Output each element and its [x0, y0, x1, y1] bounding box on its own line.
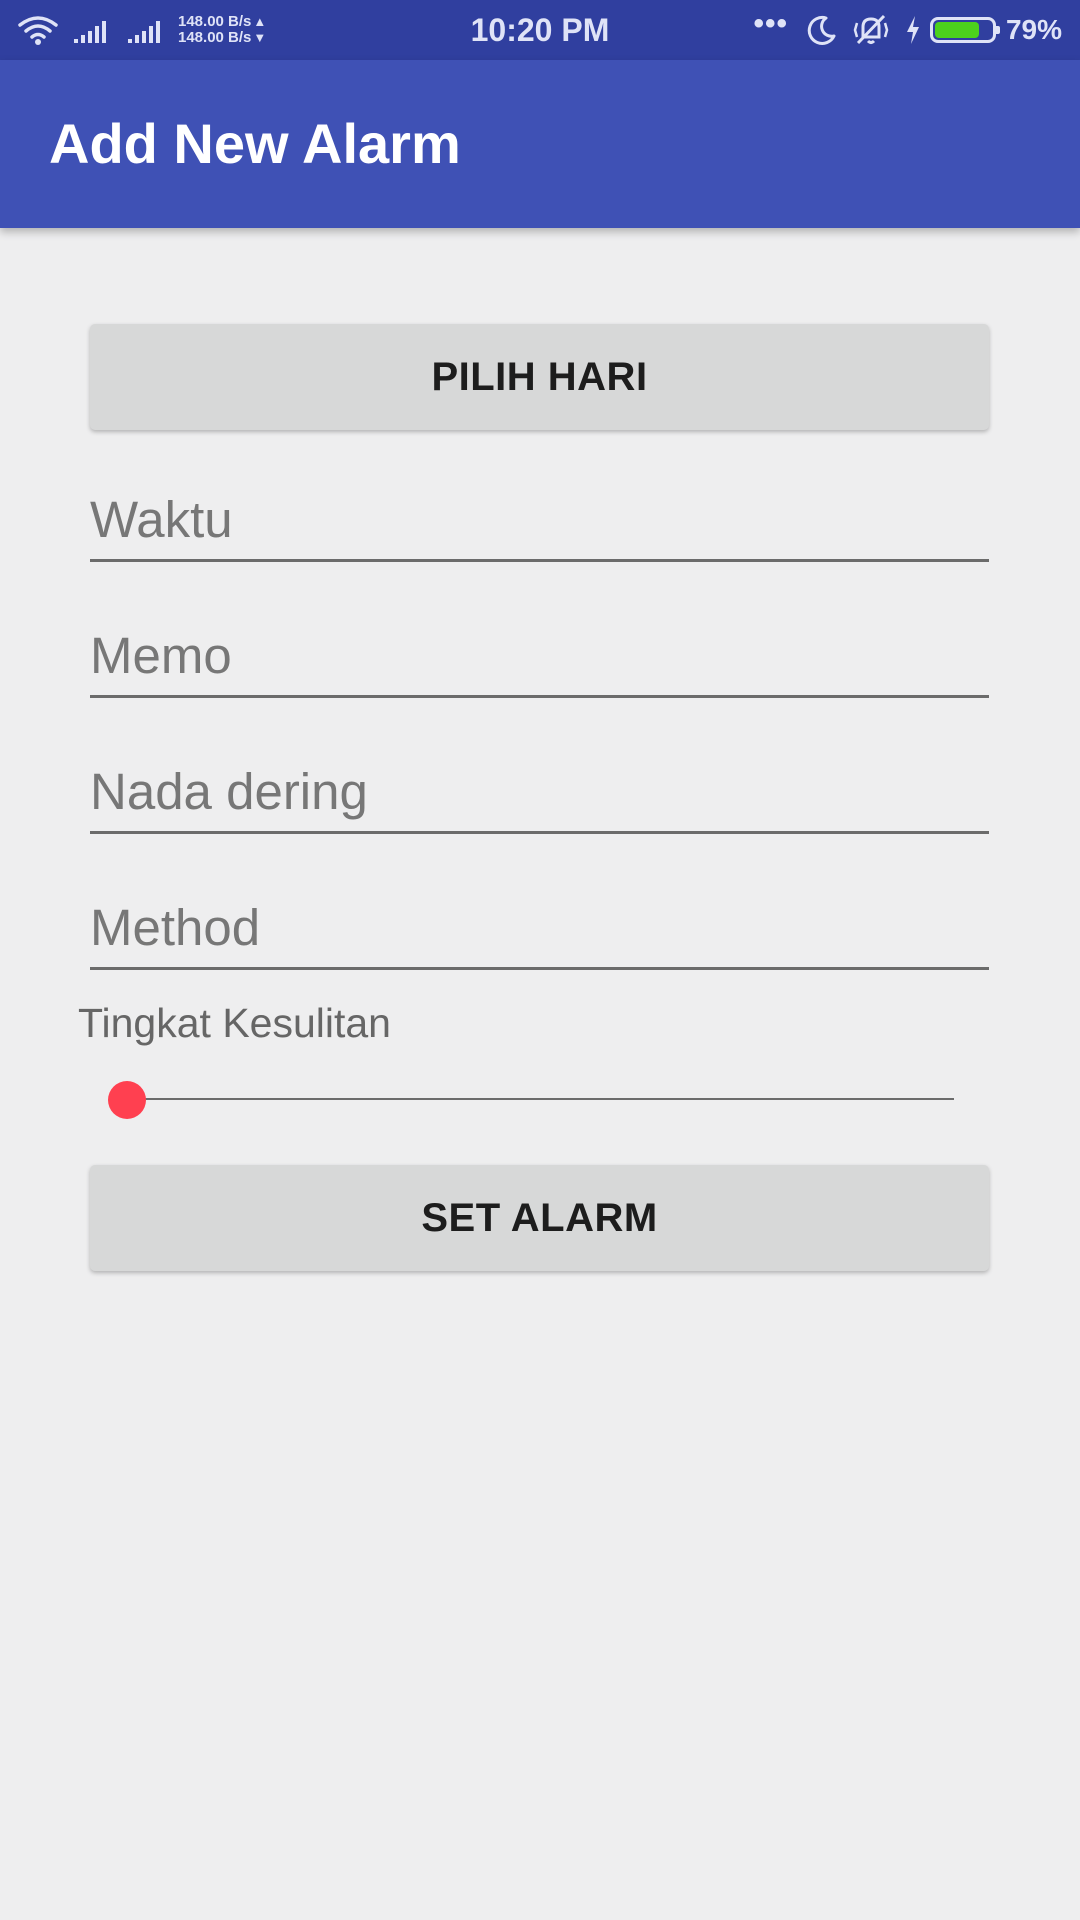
app-bar: Add New Alarm: [0, 60, 1080, 228]
memo-field[interactable]: [90, 616, 989, 698]
waktu-field[interactable]: [90, 480, 989, 562]
method-input[interactable]: [90, 888, 989, 967]
slider-thumb[interactable]: [108, 1081, 146, 1119]
memo-input[interactable]: [90, 616, 989, 695]
method-field[interactable]: [90, 888, 989, 970]
nada-dering-field[interactable]: [90, 752, 989, 834]
battery-percentage: 79%: [1005, 14, 1062, 45]
nada-dering-input[interactable]: [90, 752, 989, 831]
difficulty-slider[interactable]: [108, 1080, 954, 1120]
waktu-input[interactable]: [90, 480, 989, 559]
moon-icon: [807, 15, 836, 45]
more-notifications-icon: •••: [753, 7, 788, 40]
status-bar-right: ••• 79%: [753, 0, 1062, 60]
charging-icon: [906, 16, 919, 44]
battery-fill: [934, 22, 979, 38]
vibrate-off-icon: [853, 14, 889, 45]
slider-track[interactable]: [126, 1098, 954, 1100]
pilih-hari-button[interactable]: PILIH HARI: [90, 324, 989, 430]
status-bar: 148.00 B/s ▲ 148.00 B/s ▼ 10:20 PM ••• 79%: [0, 0, 1080, 60]
page-title: Add New Alarm: [49, 112, 461, 175]
difficulty-label: Tingkat Kesulitan: [78, 1000, 391, 1046]
set-alarm-button[interactable]: SET ALARM: [90, 1165, 989, 1271]
battery-icon: [929, 17, 1000, 43]
